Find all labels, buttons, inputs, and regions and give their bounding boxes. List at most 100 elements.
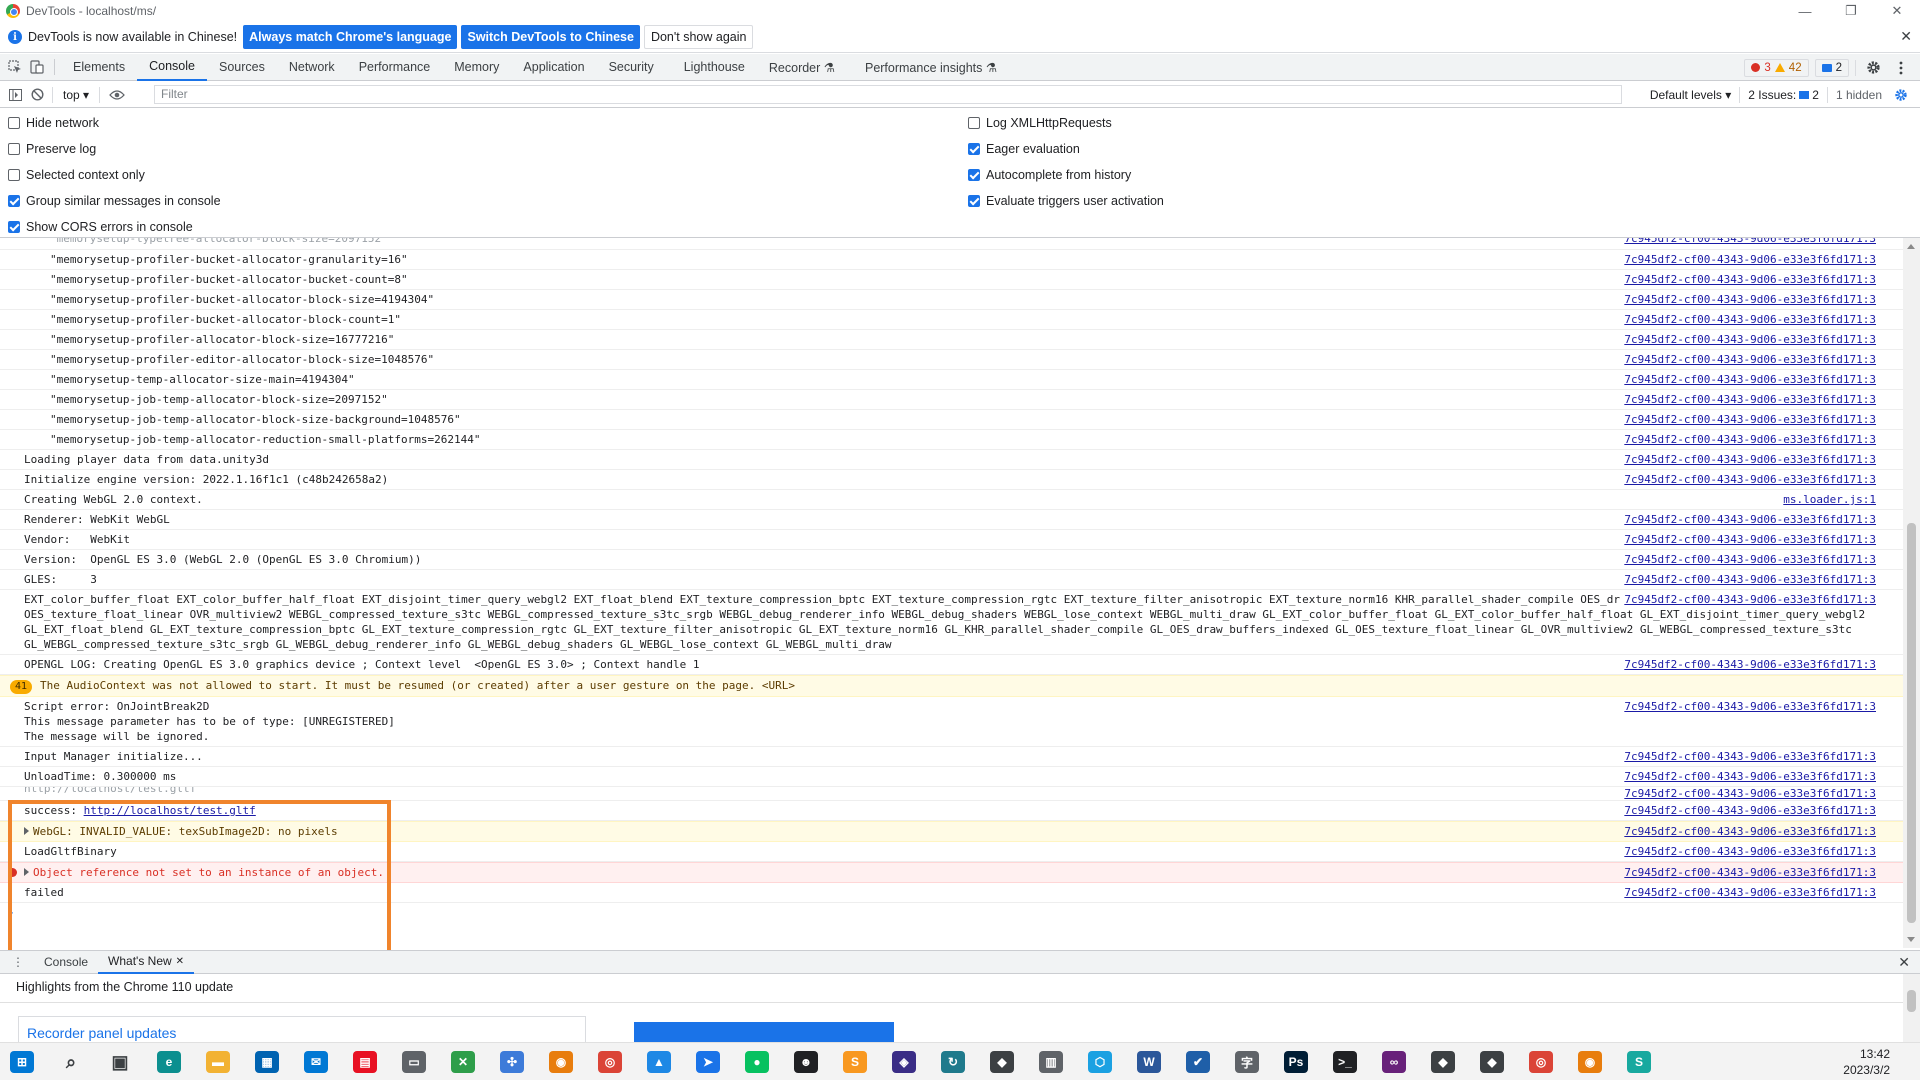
log-levels-dropdown[interactable]: Default levels ▾ — [1650, 88, 1731, 102]
photoshop-icon[interactable]: Ps — [1284, 1051, 1308, 1073]
warning-message-row[interactable]: 41 The AudioContext was not allowed to st… — [0, 675, 1903, 697]
photos-icon[interactable]: ▲ — [647, 1051, 671, 1073]
error-warning-counter[interactable]: 3 42 — [1744, 58, 1809, 77]
tab-memory[interactable]: Memory — [442, 54, 511, 81]
console-scrollbar[interactable] — [1903, 238, 1920, 948]
log-message-row[interactable]: GLES: 3 7c945df2-cf00-4343-9d06-e33e3f6fd… — [0, 570, 1903, 590]
log-message-row[interactable]: "memorysetup-job-temp-allocator-block-si… — [0, 390, 1903, 410]
app-red-icon[interactable]: ▤ — [353, 1051, 377, 1073]
task-view-icon[interactable]: ▣ — [108, 1051, 132, 1073]
source-link[interactable]: 7c945df2-cf00-4343-9d06-e33e3f6fd171:3 — [1620, 699, 1876, 714]
always-match-language-button[interactable]: Always match Chrome's language — [243, 25, 458, 49]
drawer-menu-icon[interactable]: ⋮ — [0, 955, 34, 969]
cube-icon[interactable]: ⬡ — [1088, 1051, 1112, 1073]
source-link[interactable]: 7c945df2-cf00-4343-9d06-e33e3f6fd171:3 — [1620, 472, 1876, 487]
url-link[interactable]: http://localhost/test.gltf — [84, 804, 256, 817]
close-infobar-icon[interactable]: ✕ — [1900, 28, 1912, 45]
source-link[interactable]: 7c945df2-cf00-4343-9d06-e33e3f6fd171:3 — [1620, 844, 1876, 859]
source-link[interactable]: 7c945df2-cf00-4343-9d06-e33e3f6fd171:3 — [1620, 532, 1876, 547]
sublime-icon[interactable]: S — [843, 1051, 867, 1073]
setting-group-similar-messages-in-console[interactable]: Group similar messages in console — [8, 194, 221, 208]
warning-message-row[interactable]: WebGL: INVALID_VALUE: texSubImage2D: no … — [0, 821, 1903, 842]
qq-icon[interactable]: ☻ — [794, 1051, 818, 1073]
setting-preserve-log[interactable]: Preserve log — [8, 142, 96, 156]
edge-icon[interactable]: e — [157, 1051, 181, 1073]
log-message-row[interactable]: "memorysetup-temp-allocator-size-main=41… — [0, 370, 1903, 390]
log-message-row[interactable]: Script error: OnJointBreak2D This messag… — [0, 697, 1903, 747]
log-message-row[interactable]: "memorysetup-profiler-editor-allocator-b… — [0, 350, 1903, 370]
search-icon[interactable]: ⌕ — [59, 1051, 83, 1073]
source-link[interactable]: 7c945df2-cf00-4343-9d06-e33e3f6fd171:3 — [1620, 657, 1876, 672]
scrollbar-thumb[interactable] — [1907, 523, 1916, 923]
source-link[interactable]: 7c945df2-cf00-4343-9d06-e33e3f6fd171:3 — [1620, 572, 1876, 587]
recorder-updates-card[interactable]: Recorder panel updates — [18, 1016, 586, 1042]
blender-2-icon[interactable]: ◉ — [1578, 1051, 1602, 1073]
setting-evaluate-triggers-user-activation[interactable]: Evaluate triggers user activation — [968, 194, 1164, 208]
log-message-row[interactable]: "memorysetup-job-temp-allocator-block-si… — [0, 410, 1903, 430]
source-link[interactable]: 7c945df2-cf00-4343-9d06-e33e3f6fd171:3 — [1620, 824, 1876, 839]
drawer-tab-console[interactable]: Console — [34, 955, 98, 969]
tab-network[interactable]: Network — [277, 54, 347, 81]
tab-performance-insights[interactable]: Performance insights ⚗ — [847, 54, 1009, 81]
tab-recorder[interactable]: Recorder ⚗ — [757, 54, 847, 81]
console-settings-gear-icon[interactable] — [1890, 84, 1912, 106]
log-message-row[interactable]: OPENGL LOG: Creating OpenGL ES 3.0 graph… — [0, 655, 1903, 675]
setting-eager-evaluation[interactable]: Eager evaluation — [968, 142, 1080, 156]
log-message-row[interactable]: Input Manager initialize... 7c945df2-cf00… — [0, 747, 1903, 767]
log-message-row[interactable]: Initialize engine version: 2022.1.16f1c1… — [0, 470, 1903, 490]
blender-icon[interactable]: ◉ — [549, 1051, 573, 1073]
xmind-icon[interactable]: ✕ — [451, 1051, 475, 1073]
log-message-row[interactable]: UnloadTime: 0.300000 ms 7c945df2-cf00-434… — [0, 767, 1903, 787]
drawer-scrollbar[interactable] — [1903, 974, 1920, 1042]
error-message-row[interactable]: Object reference not set to an instance … — [0, 862, 1903, 883]
log-message-row[interactable]: "memorysetup-profiler-bucket-allocator-g… — [0, 250, 1903, 270]
vscode-icon[interactable]: ✔ — [1186, 1051, 1210, 1073]
source-link[interactable]: 7c945df2-cf00-4343-9d06-e33e3f6fd171:3 — [1620, 769, 1876, 784]
checkbox[interactable] — [968, 195, 980, 207]
log-message-row[interactable]: Renderer: WebKit WebGL 7c945df2-cf00-4343… — [0, 510, 1903, 530]
app-teal-icon[interactable]: S — [1627, 1051, 1651, 1073]
source-link[interactable]: 7c945df2-cf00-4343-9d06-e33e3f6fd171:3 — [1620, 238, 1876, 246]
word-icon[interactable]: W — [1137, 1051, 1161, 1073]
terminal-window-icon[interactable]: ▥ — [1039, 1051, 1063, 1073]
device-toolbar-icon[interactable] — [26, 56, 48, 78]
source-link[interactable]: 7c945df2-cf00-4343-9d06-e33e3f6fd171:3 — [1620, 885, 1876, 900]
source-link[interactable]: 7c945df2-cf00-4343-9d06-e33e3f6fd171:3 — [1620, 803, 1876, 818]
source-link[interactable]: ms.loader.js:1 — [1779, 492, 1876, 507]
source-link[interactable]: 7c945df2-cf00-4343-9d06-e33e3f6fd171:3 — [1620, 252, 1876, 267]
dont-show-again-button[interactable]: Don't show again — [643, 25, 754, 49]
log-message-row[interactable]: "memorysetup-profiler-bucket-allocator-b… — [0, 270, 1903, 290]
chrome-2-icon[interactable]: ◎ — [1529, 1051, 1553, 1073]
log-message-row[interactable]: "memorysetup-job-temp-allocator-reductio… — [0, 430, 1903, 450]
source-link[interactable]: 7c945df2-cf00-4343-9d06-e33e3f6fd171:3 — [1620, 452, 1876, 467]
visual-studio-icon[interactable]: ∞ — [1382, 1051, 1406, 1073]
clear-console-icon[interactable] — [26, 84, 48, 106]
source-link[interactable]: 7c945df2-cf00-4343-9d06-e33e3f6fd171:3 — [1620, 592, 1876, 607]
log-message-row[interactable]: "memorysetup-profiler-allocator-block-si… — [0, 330, 1903, 350]
log-message-row[interactable]: EXT_color_buffer_float EXT_color_buffer_… — [0, 590, 1903, 655]
log-message-row[interactable]: Version: OpenGL ES 3.0 (WebGL 2.0 (OpenG… — [0, 550, 1903, 570]
close-tab-icon[interactable]: ✕ — [176, 956, 184, 967]
console-prompt-input[interactable]: › — [0, 903, 1903, 923]
windows-start-icon[interactable]: ⊞ — [10, 1051, 34, 1073]
log-message-row[interactable]: success: http://localhost/test.gltf 7c945… — [0, 801, 1903, 821]
monitor-icon[interactable]: ▭ — [402, 1051, 426, 1073]
input-method-icon[interactable]: 字 — [1235, 1051, 1259, 1073]
tab-performance[interactable]: Performance — [347, 54, 443, 81]
source-link[interactable]: 7c945df2-cf00-4343-9d06-e33e3f6fd171:3 — [1620, 332, 1876, 347]
system-clock[interactable]: 13:42 2023/3/2 — [1843, 1046, 1890, 1078]
unity-hub-icon[interactable]: ◆ — [1431, 1051, 1455, 1073]
issues-button[interactable]: 2 Issues: 2 — [1748, 88, 1819, 102]
checkbox[interactable] — [8, 117, 20, 129]
log-message-row[interactable]: "memorysetup-typetree-allocator-block-si… — [0, 238, 1903, 250]
setting-log-xmlhttprequests[interactable]: Log XMLHttpRequests — [968, 116, 1112, 130]
setting-hide-network[interactable]: Hide network — [8, 116, 99, 130]
source-link[interactable]: 7c945df2-cf00-4343-9d06-e33e3f6fd171:3 — [1620, 272, 1876, 287]
log-message-row[interactable]: Vendor: WebKit 7c945df2-cf00-4343-9d06-e3… — [0, 530, 1903, 550]
messages-counter[interactable]: 2 — [1814, 58, 1849, 77]
chrome-icon[interactable]: ◎ — [598, 1051, 622, 1073]
source-link[interactable]: 7c945df2-cf00-4343-9d06-e33e3f6fd171:3 — [1620, 352, 1876, 367]
source-link[interactable]: 7c945df2-cf00-4343-9d06-e33e3f6fd171:3 — [1620, 749, 1876, 764]
file-explorer-icon[interactable]: ▬ — [206, 1051, 230, 1073]
source-link[interactable]: 7c945df2-cf00-4343-9d06-e33e3f6fd171:3 — [1620, 552, 1876, 567]
